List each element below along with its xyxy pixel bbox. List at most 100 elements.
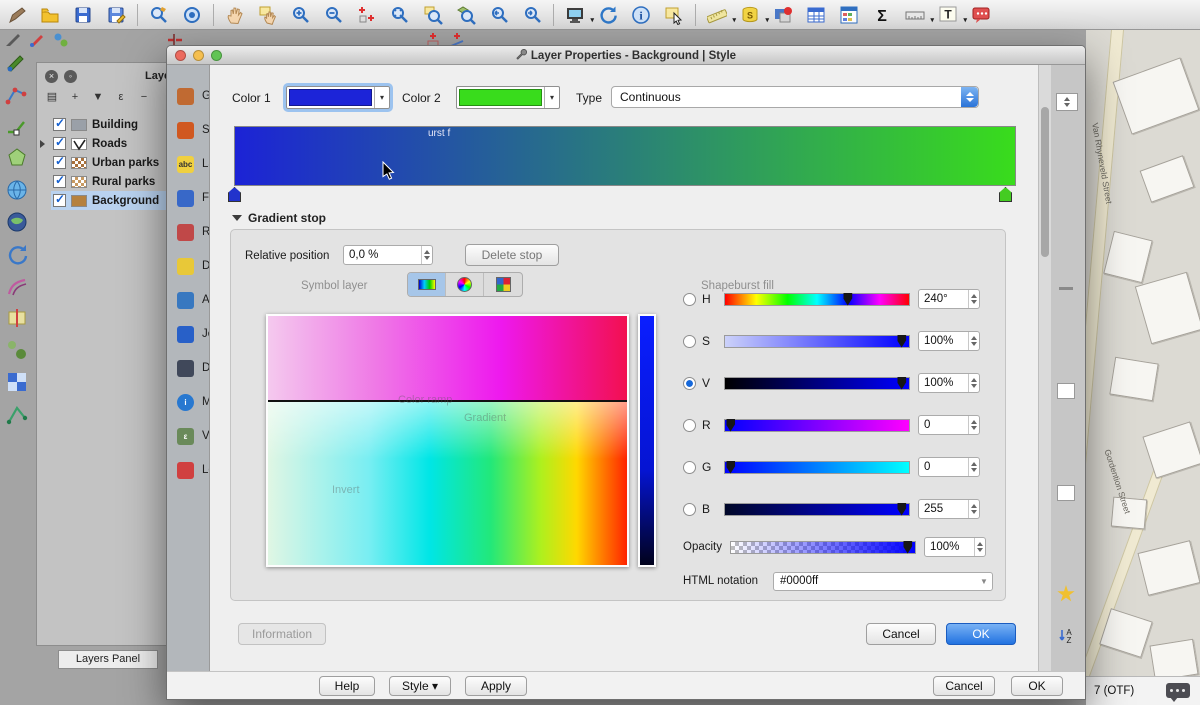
sheet-cancel-button[interactable]: Cancel [866,623,936,645]
color1-swatch[interactable]: ▾ [286,86,390,109]
advanced-digitizing-icon[interactable] [4,31,22,49]
layer-label[interactable]: Roads [92,138,127,150]
measure-icon[interactable]: ▾ [705,3,729,27]
save-icon[interactable] [71,3,95,27]
close-panel-icon[interactable]: × [45,70,58,83]
value-channel-slider[interactable] [724,377,910,390]
zoom-in-icon[interactable] [289,3,313,27]
digitize-icon[interactable] [5,82,29,106]
tab-color-ramp[interactable] [408,273,446,296]
spinner-fragment[interactable] [1056,93,1078,111]
widget-fragment[interactable] [1057,485,1075,501]
database-icon[interactable]: S▾ [738,3,762,27]
blue-slider[interactable] [724,503,910,516]
blue-spinbox[interactable]: 255 [918,499,980,519]
help-bubble-icon[interactable] [969,3,993,27]
delete-stop-button[interactable]: Delete stop [465,244,559,266]
color-picker-box[interactable]: Color ramp Gradient Invert [266,314,629,567]
pan-map-icon[interactable] [223,3,247,27]
minimize-window-icon[interactable] [193,50,204,61]
radio-g[interactable] [683,461,696,474]
type-combobox[interactable]: Continuous [611,86,979,108]
zoom-selection-icon[interactable] [421,3,445,27]
open-folder-icon[interactable] [38,3,62,27]
checker-icon[interactable] [5,370,29,394]
filter-icon[interactable]: ▼ [91,90,105,104]
polygon-tool-icon[interactable] [5,146,29,170]
spin-arrows[interactable] [968,500,979,518]
gradient-stop-section-header[interactable]: Gradient stop [232,211,326,225]
opacity-slider[interactable] [730,541,916,554]
offset-curve-icon[interactable] [5,274,29,298]
radio-r[interactable] [683,419,696,432]
node-tool-icon[interactable] [5,114,29,138]
globe-icon[interactable] [5,178,29,202]
radio-s[interactable] [683,335,696,348]
zoom-full-icon[interactable] [388,3,412,27]
gradient-preview[interactable] [234,126,1016,186]
layer-label[interactable]: Urban parks [92,157,159,169]
zoom-window-icon[interactable] [211,50,222,61]
red-spinbox[interactable]: 0 [918,415,980,435]
spin-arrows[interactable] [968,458,979,476]
dialog-ok-button[interactable]: OK [1011,676,1063,696]
green-slider[interactable] [724,461,910,474]
style-manager-icon[interactable] [180,3,204,27]
attribute-table-icon[interactable] [804,3,828,27]
layer-label[interactable]: Building [92,119,138,131]
spin-arrows[interactable] [968,374,979,392]
close-window-icon[interactable] [175,50,186,61]
widget-fragment[interactable] [1057,383,1075,399]
layer-label[interactable]: Rural parks [92,176,155,188]
select-features-icon[interactable] [662,3,686,27]
spin-arrows[interactable] [974,538,985,556]
sheet-scrollbar[interactable] [1038,65,1051,671]
tab-swatches[interactable] [484,273,522,296]
text-annotation-icon[interactable]: T▾ [936,3,960,27]
color1-dropdown-icon[interactable]: ▾ [374,87,389,108]
help-button[interactable]: Help [319,676,375,696]
radio-v[interactable] [683,377,696,390]
html-notation-combo[interactable]: #0000ff▼ [773,572,993,591]
merge-feature-icon[interactable] [5,338,29,362]
spin-arrows[interactable] [968,290,979,308]
layer-checkbox[interactable] [53,118,66,131]
raster-table-icon[interactable] [837,3,861,27]
zoom-last-icon[interactable] [487,3,511,27]
saturation-spinbox[interactable]: 100% [918,331,980,351]
spin-arrows[interactable] [421,246,432,264]
expression-icon[interactable]: ε [114,90,128,104]
color2-swatch[interactable]: ▾ [456,86,560,109]
sort-icon[interactable]: AZ [1057,627,1075,648]
pan-selection-icon[interactable] [256,3,280,27]
zoom-native-icon[interactable] [355,3,379,27]
radio-b[interactable] [683,503,696,516]
scrollbar-thumb[interactable] [1041,107,1049,257]
information-button[interactable]: Information [238,623,326,645]
save-as-icon[interactable] [104,3,128,27]
layer-checkbox[interactable] [53,194,66,207]
expander-icon[interactable] [40,140,45,148]
route-icon[interactable] [5,402,29,426]
sheet-ok-button[interactable]: OK [946,623,1016,645]
statistics-icon[interactable]: Σ [870,3,894,27]
current-edits-icon[interactable] [5,50,29,74]
apply-button[interactable]: Apply [465,676,527,696]
relative-position-spinbox[interactable]: 0,0 % [343,245,433,265]
split-feature-icon[interactable] [5,306,29,330]
dialog-cancel-button[interactable]: Cancel [933,676,995,696]
style-menu-button[interactable]: Style ▾ [389,676,451,696]
styles-icon[interactable]: ▤ [45,90,59,104]
python-error-icon[interactable] [771,3,795,27]
combo-stepper-icon[interactable] [961,87,978,107]
layer-label[interactable]: Background [92,195,159,207]
value-slider[interactable] [638,314,656,567]
add-group-icon[interactable]: + [68,90,82,104]
refresh-icon[interactable] [596,3,620,27]
layer-checkbox[interactable] [53,137,66,150]
gradient-stop-left[interactable] [228,187,241,202]
opacity-spinbox[interactable]: 100% [924,537,986,557]
hue-spinbox[interactable]: 240° [918,289,980,309]
favorites-star-icon[interactable] [1057,585,1075,603]
pencil-icon[interactable] [5,3,29,27]
